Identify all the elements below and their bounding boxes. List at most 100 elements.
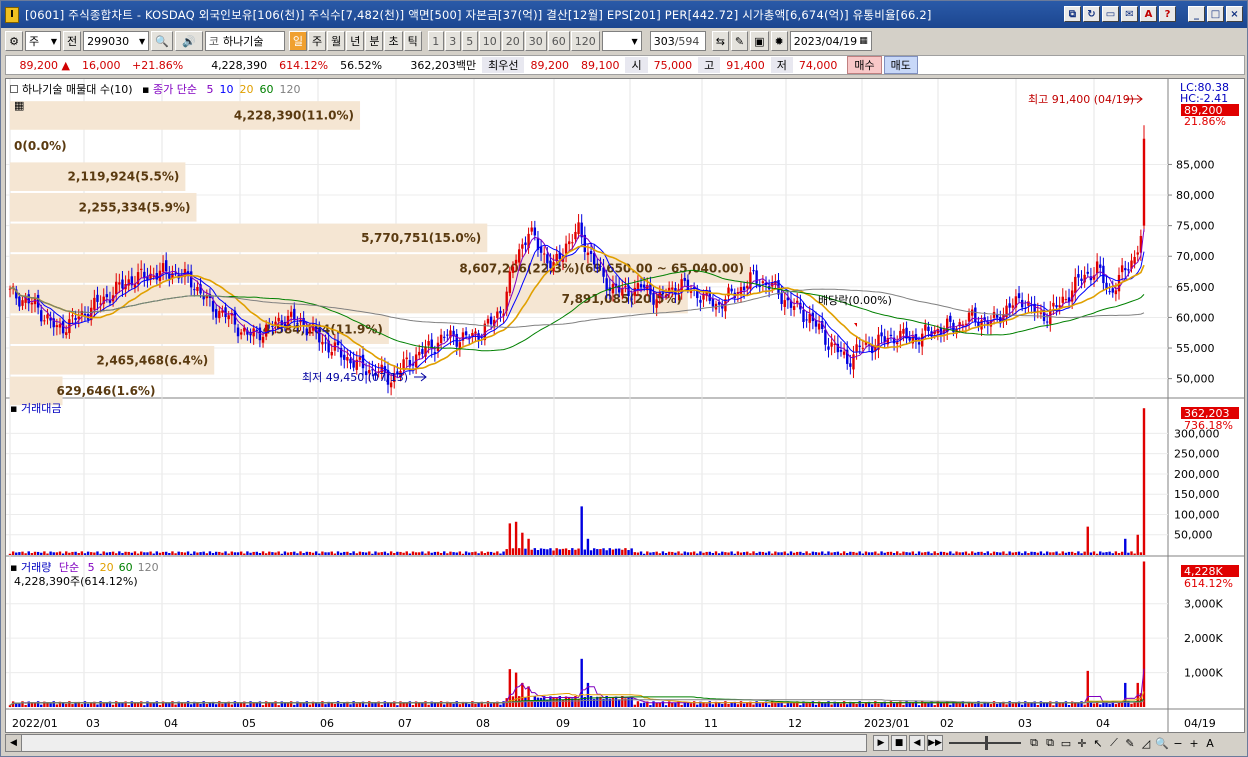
interval-button-1[interactable]: 1	[427, 31, 444, 51]
amount-bar	[705, 551, 708, 555]
settings-icon[interactable]: ✹	[770, 31, 788, 51]
amount-bar	[196, 552, 199, 555]
candle-body	[71, 315, 74, 317]
type-select[interactable]: 주 ▼	[25, 31, 61, 51]
screen-button[interactable]: ▭	[1102, 6, 1119, 22]
crosshair-icon[interactable]: ✛	[1075, 735, 1089, 751]
candle-body	[830, 342, 833, 347]
interval-custom[interactable]: ▼	[601, 31, 642, 51]
quote-volume-ratio: 614.12%	[279, 58, 329, 72]
ma-period-20: 20	[239, 83, 254, 96]
interval-button-30[interactable]: 30	[524, 31, 547, 51]
pen-icon[interactable]: ✎	[1123, 735, 1137, 751]
period-tab-0[interactable]: 일	[288, 31, 307, 51]
chart-area[interactable]: 2022/01 03 04 05 06 07 08 09 10 11 12 2023/01 02 03 04…	[5, 78, 1245, 733]
amount-bar	[243, 553, 246, 555]
sell-button[interactable]: 매도	[883, 56, 918, 74]
arrow-icon[interactable]: ↖	[1091, 735, 1105, 751]
close-button[interactable]: ×	[1226, 6, 1243, 22]
period-tab-1[interactable]: 주	[307, 31, 327, 51]
volume-bar	[861, 703, 865, 707]
layout-icon[interactable]: ⧉	[1027, 735, 1041, 751]
volume-bar	[1045, 702, 1049, 707]
volume-bar	[439, 701, 443, 707]
interval-button-10[interactable]: 10	[478, 31, 501, 51]
amount-bar	[808, 553, 811, 555]
fast-forward-icon[interactable]: ▶▶	[927, 735, 943, 751]
candle-body	[1058, 305, 1061, 308]
amount-bar	[230, 551, 234, 555]
buy-button[interactable]: 매수	[847, 56, 882, 74]
help-button[interactable]: ?	[1159, 6, 1176, 22]
period-tab-2[interactable]: 월	[327, 31, 346, 51]
scroll-left-icon[interactable]: ◀	[6, 735, 22, 751]
shape-icon[interactable]: ◿	[1139, 735, 1153, 751]
search-icon[interactable]: 🔍	[151, 31, 173, 51]
amount-bar	[836, 551, 840, 555]
candle-body	[105, 294, 109, 298]
volume-bar	[777, 702, 780, 707]
speaker-icon[interactable]: 🔊	[174, 31, 203, 51]
magnifier-icon[interactable]: 🔍	[1155, 735, 1169, 751]
amount-bar	[283, 551, 287, 555]
amount-bar	[861, 553, 865, 555]
link-window-button[interactable]: ⧉	[1064, 6, 1081, 22]
line-tool-icon[interactable]: ⟋	[1107, 735, 1121, 751]
candle-body	[639, 284, 643, 288]
price-y-tick-label: 60,000	[1176, 311, 1215, 324]
amount-bar	[596, 549, 599, 555]
amount-bar	[364, 552, 368, 555]
candle-body	[58, 324, 62, 328]
interval-button-20[interactable]: 20	[501, 31, 524, 51]
zoom-slider[interactable]	[949, 736, 1021, 750]
stop-icon[interactable]: ■	[891, 735, 907, 751]
interval-button-5[interactable]: 5	[461, 31, 478, 51]
period-tab-5[interactable]: 초	[384, 31, 403, 51]
amount-bar	[280, 553, 283, 555]
message-button[interactable]: ✉	[1121, 6, 1138, 22]
candle-body	[1124, 268, 1127, 271]
volume-bar	[364, 704, 368, 707]
price-y-tick-label: 50,000	[1176, 373, 1215, 386]
tool-icon[interactable]: ⚙	[5, 31, 23, 51]
text-tool-icon[interactable]: A	[1203, 735, 1217, 751]
date-input[interactable]: 2023/04/19 ▦	[789, 31, 872, 51]
grid-icon[interactable]: ▦	[14, 99, 24, 112]
code-input[interactable]: 299030 ▼	[83, 31, 150, 51]
stock-name[interactable]: 코 하나기술	[204, 31, 285, 51]
amount-bar	[343, 551, 346, 555]
chart-tool-icon[interactable]: ✎	[730, 31, 749, 51]
amount-bar	[552, 550, 555, 555]
maximize-button[interactable]: □	[1207, 6, 1224, 22]
play-icon[interactable]: ▶	[873, 735, 889, 751]
prev-button[interactable]: 전	[63, 31, 82, 51]
step-back-icon[interactable]: ◀	[909, 735, 925, 751]
zoom-in-icon[interactable]: +	[1187, 735, 1201, 751]
candle-body	[896, 342, 899, 345]
period-tab-3[interactable]: 년	[346, 31, 365, 51]
period-tab-6[interactable]: 틱	[403, 31, 422, 51]
interval-button-60[interactable]: 60	[547, 31, 570, 51]
amount-bar	[714, 551, 718, 555]
count-input[interactable]: 303/594	[649, 31, 706, 51]
refresh-button[interactable]: ↻	[1083, 6, 1100, 22]
amount-bar	[499, 553, 502, 555]
x-tick-label: 05	[242, 717, 256, 730]
quote-volume: 4,228,390	[211, 58, 268, 72]
amount-bar	[892, 552, 896, 555]
candle-body	[902, 328, 905, 334]
horizontal-scrollbar[interactable]: ◀	[5, 734, 867, 752]
layout3-icon[interactable]: ▭	[1059, 735, 1073, 751]
volume-bar	[99, 701, 102, 707]
amount-bar	[127, 551, 130, 555]
zoom-out-icon[interactable]: −	[1171, 735, 1185, 751]
font-button[interactable]: A	[1140, 6, 1157, 22]
zoom-icon[interactable]: ⇆	[711, 31, 729, 51]
layout2-icon[interactable]: ⧉	[1043, 735, 1057, 751]
interval-button-120[interactable]: 120	[570, 31, 600, 51]
minimize-button[interactable]: _	[1188, 6, 1205, 22]
chart-svg[interactable]: 2022/01 03 04 05 06 07 08 09 10 11 12 2023/01 02 03 04…	[6, 79, 1244, 732]
save-icon[interactable]: ▣	[750, 31, 769, 51]
period-tab-4[interactable]: 분	[365, 31, 384, 51]
interval-button-3[interactable]: 3	[444, 31, 461, 51]
